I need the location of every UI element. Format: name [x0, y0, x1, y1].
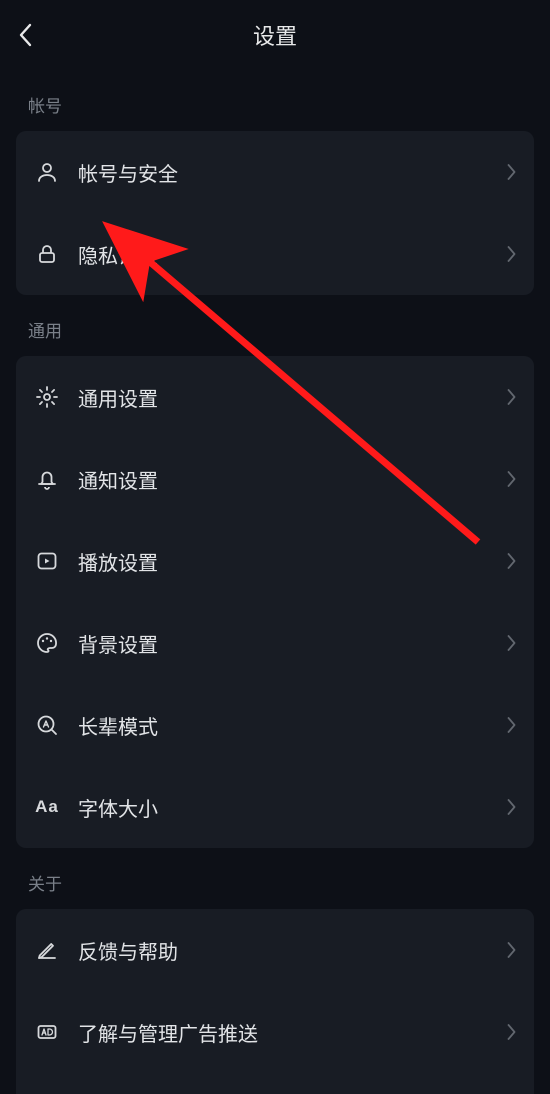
item-label: 字体大小 — [78, 793, 507, 822]
item-label: 通用设置 — [78, 383, 507, 412]
bell-icon — [34, 466, 60, 492]
user-icon — [34, 159, 60, 185]
lock-icon — [34, 241, 60, 267]
item-playback-settings[interactable]: 播放设置 — [16, 520, 534, 602]
chevron-right-icon — [507, 942, 516, 958]
card-general: 通用设置 通知设置 播放设置 — [16, 356, 534, 848]
item-rules-center[interactable]: 抖音规则中心 — [16, 1073, 534, 1094]
item-font-size[interactable]: Aa 字体大小 — [16, 766, 534, 848]
item-label: 帐号与安全 — [78, 158, 507, 187]
chevron-right-icon — [507, 553, 516, 569]
item-label: 播放设置 — [78, 547, 507, 576]
back-chevron-icon — [18, 23, 32, 47]
item-label: 通知设置 — [78, 465, 507, 494]
header-bar: 设置 — [0, 0, 550, 70]
play-icon — [34, 548, 60, 574]
item-label: 反馈与帮助 — [78, 936, 507, 965]
chevron-right-icon — [507, 635, 516, 651]
chevron-right-icon — [507, 799, 516, 815]
card-about: 反馈与帮助 了解与管理广告推送 抖音规则中心 — [16, 909, 534, 1094]
gear-icon — [34, 384, 60, 410]
pencil-icon — [34, 937, 60, 963]
ad-box-icon — [34, 1019, 60, 1045]
item-label: 了解与管理广告推送 — [78, 1018, 507, 1047]
item-ad-management[interactable]: 了解与管理广告推送 — [16, 991, 534, 1073]
section-label-about: 关于 — [0, 848, 550, 909]
magnify-a-icon — [34, 712, 60, 738]
section-label-account: 帐号 — [0, 70, 550, 131]
section-label-general: 通用 — [0, 295, 550, 356]
item-notification-settings[interactable]: 通知设置 — [16, 438, 534, 520]
item-label: 隐私设置 — [78, 240, 507, 269]
item-background-settings[interactable]: 背景设置 — [16, 602, 534, 684]
chevron-right-icon — [507, 717, 516, 733]
back-button[interactable] — [18, 23, 32, 47]
item-feedback-help[interactable]: 反馈与帮助 — [16, 909, 534, 991]
card-account: 帐号与安全 隐私设置 — [16, 131, 534, 295]
item-account-security[interactable]: 帐号与安全 — [16, 131, 534, 213]
item-privacy-settings[interactable]: 隐私设置 — [16, 213, 534, 295]
item-label: 背景设置 — [78, 629, 507, 658]
item-label: 长辈模式 — [78, 711, 507, 740]
chevron-right-icon — [507, 389, 516, 405]
item-elder-mode[interactable]: 长辈模式 — [16, 684, 534, 766]
chevron-right-icon — [507, 246, 516, 262]
font-aa-icon: Aa — [34, 794, 60, 820]
palette-icon — [34, 630, 60, 656]
page-title: 设置 — [253, 19, 297, 51]
chevron-right-icon — [507, 164, 516, 180]
chevron-right-icon — [507, 471, 516, 487]
chevron-right-icon — [507, 1024, 516, 1040]
item-general-settings[interactable]: 通用设置 — [16, 356, 534, 438]
